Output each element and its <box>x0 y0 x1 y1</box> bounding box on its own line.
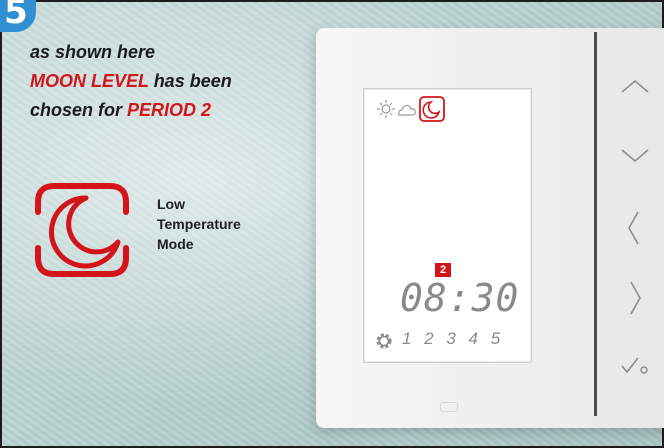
down-arrow-icon[interactable] <box>618 140 652 170</box>
device-divider <box>594 32 597 416</box>
days-list: 1 2 3 4 5 <box>402 329 505 348</box>
caption-line-2-rest: has been <box>148 71 232 91</box>
mode-label-line-3: Mode <box>157 236 194 252</box>
cloud-icon <box>398 104 416 116</box>
sun-icon <box>377 100 395 118</box>
device-logo <box>440 402 458 412</box>
mode-label: Low Temperature Mode <box>157 194 241 254</box>
confirm-icon[interactable] <box>618 350 652 380</box>
caption-line-2: MOON LEVEL has been <box>30 67 300 96</box>
caption-line-3: chosen for PERIOD 2 <box>30 96 300 125</box>
mode-label-line-1: Low <box>157 196 185 212</box>
period-badge: 2 <box>435 263 451 277</box>
instruction-caption: as shown here MOON LEVEL has been chosen… <box>30 38 300 125</box>
right-arrow-icon[interactable] <box>618 278 652 318</box>
moon-icon <box>35 183 129 277</box>
caption-line-1: as shown here <box>30 42 156 62</box>
moon-icon <box>422 101 441 119</box>
caption-period: PERIOD 2 <box>127 100 212 120</box>
time-display: 08:30 <box>400 276 520 320</box>
caption-line-3-rest: chosen for <box>30 100 128 120</box>
gear-icon <box>376 333 392 349</box>
up-arrow-icon[interactable] <box>618 72 652 102</box>
step-number-badge: 5 <box>0 0 36 32</box>
caption-moon-level: MOON LEVEL <box>30 71 149 91</box>
left-arrow-icon[interactable] <box>618 208 652 248</box>
thermostat-screen: 2 08:30 1 2 3 4 5 <box>363 88 532 363</box>
display-mode-icons <box>377 96 445 122</box>
mode-label-line-2: Temperature <box>157 216 241 232</box>
